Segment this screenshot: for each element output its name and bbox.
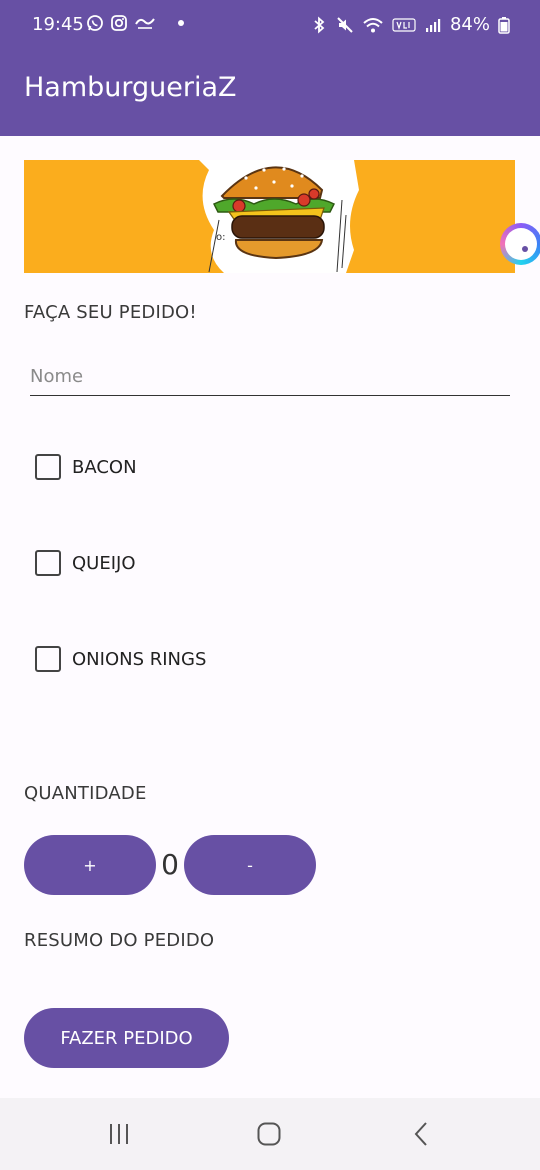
app-title: HamburgueriaZ	[24, 72, 237, 103]
checkbox-bacon[interactable]: BACON	[35, 454, 137, 480]
svg-text:o:: o:	[216, 232, 226, 243]
mute-icon	[337, 16, 353, 33]
ifood-icon	[135, 18, 155, 29]
checkbox-box[interactable]	[35, 454, 61, 480]
checkbox-label: QUEIJO	[72, 552, 136, 574]
decrease-quantity-button[interactable]: -	[184, 835, 316, 895]
order-heading: FAÇA SEU PEDIDO!	[24, 302, 197, 323]
quantity-heading: QUANTIDADE	[24, 783, 147, 804]
status-time: 19:45	[32, 14, 84, 35]
home-icon[interactable]	[254, 1120, 284, 1148]
checkbox-label: BACON	[72, 456, 137, 478]
summary-heading: RESUMO DO PEDIDO	[24, 930, 215, 951]
dot-icon	[178, 20, 184, 26]
battery-icon	[498, 16, 510, 34]
bluetooth-icon	[314, 16, 325, 33]
increase-quantity-button[interactable]: +	[24, 835, 156, 895]
app-bar: HamburgueriaZ	[0, 52, 540, 136]
system-navigation-bar	[0, 1098, 540, 1170]
place-order-button[interactable]: FAZER PEDIDO	[24, 1008, 229, 1068]
checkbox-box[interactable]	[35, 646, 61, 672]
burger-illustration: o:	[199, 160, 359, 273]
back-icon[interactable]	[406, 1120, 436, 1148]
name-input[interactable]	[30, 358, 510, 396]
signal-icon	[425, 18, 441, 32]
status-bar: 19:45 84%	[0, 0, 540, 52]
checkbox-label: ONIONS RINGS	[72, 648, 207, 670]
checkbox-box[interactable]	[35, 550, 61, 576]
bubble-inner	[505, 228, 537, 260]
wifi-icon	[363, 17, 383, 32]
checkbox-onion-rings[interactable]: ONIONS RINGS	[35, 646, 206, 672]
battery-percent: 84%	[449, 14, 490, 35]
bubble-dot	[522, 246, 528, 252]
burger-banner: o:	[24, 160, 515, 273]
checkbox-queijo[interactable]: QUEIJO	[35, 550, 136, 576]
volte-icon	[392, 17, 416, 32]
instagram-icon	[111, 15, 127, 31]
notification-icons	[86, 14, 190, 32]
floating-assistant-bubble[interactable]	[500, 223, 540, 265]
system-status: 84%	[310, 14, 510, 35]
whatsapp-icon	[87, 15, 103, 31]
quantity-value: 0	[161, 848, 179, 881]
recent-apps-icon[interactable]	[104, 1120, 134, 1148]
